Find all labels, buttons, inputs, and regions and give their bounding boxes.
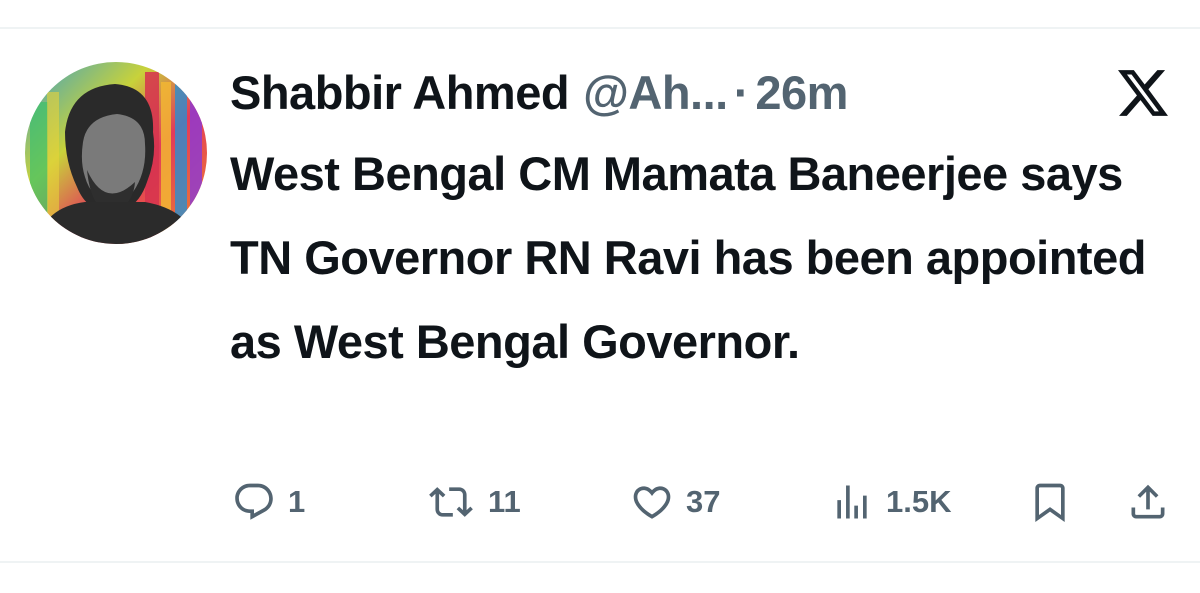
tweet-header: Shabbir Ahmed @Ah... · 26m [230,62,848,124]
reply-button[interactable]: 1 [232,474,305,530]
views-count: 1.5K [886,484,952,519]
avatar[interactable] [25,62,207,244]
tweet-text: West Bengal CM Mamata Baneerjee says TN … [230,147,1146,368]
tweet-timestamp[interactable]: 26m [755,62,848,124]
retweet-count: 11 [488,484,521,519]
x-logo-icon[interactable] [1118,70,1168,116]
author-handle[interactable]: @Ah... [583,62,728,124]
bookmark-button[interactable] [1028,474,1072,530]
reply-icon [235,483,273,520]
share-button[interactable] [1126,474,1170,530]
views-icon [837,485,867,519]
share-icon [1131,484,1165,519]
retweet-icon [429,487,473,517]
avatar-image [25,62,207,244]
header-separator: · [733,66,750,119]
bottom-divider [0,561,1200,563]
bookmark-icon [1035,483,1065,523]
reply-count: 1 [288,484,306,519]
author-display-name[interactable]: Shabbir Ahmed [230,62,570,124]
views-button[interactable]: 1.5K [830,474,951,530]
retweet-button[interactable]: 11 [426,474,521,530]
like-button[interactable]: 37 [630,474,720,530]
heart-icon [633,486,671,519]
like-count: 37 [686,484,721,519]
top-divider [0,27,1200,29]
action-bar: 1 11 37 1.5K [0,474,1200,530]
tweet-card: Shabbir Ahmed @Ah... · 26m West Bengal C… [0,0,1200,593]
